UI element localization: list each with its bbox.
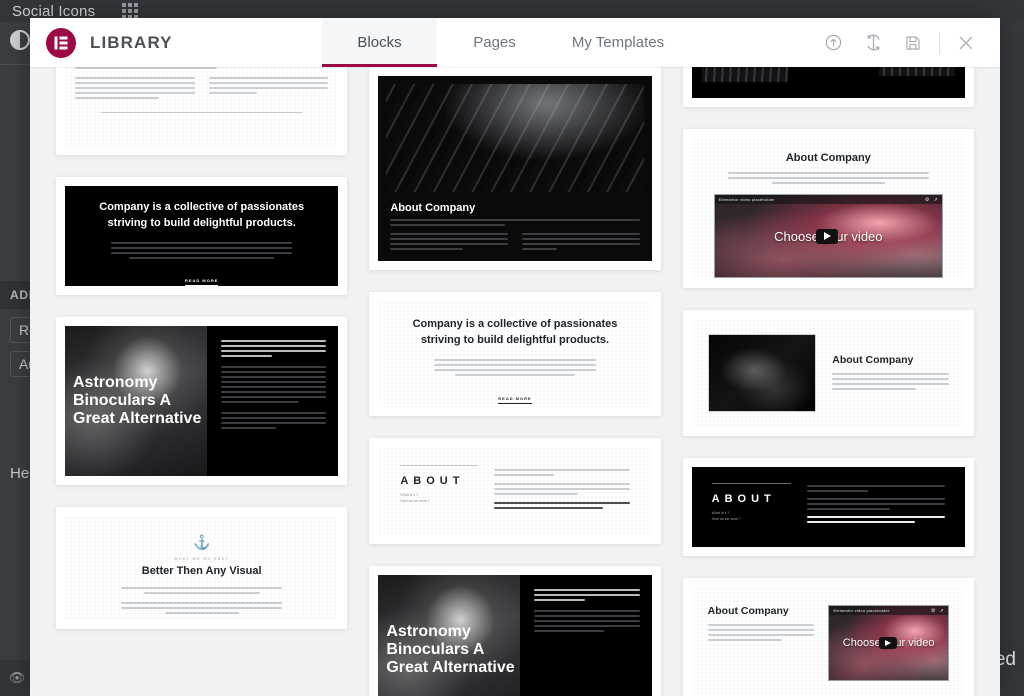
template-dark-partial-top[interactable] bbox=[682, 67, 974, 107]
template-astronomy-light-bottom[interactable]: Astronomy Binoculars A Great Alternative bbox=[369, 566, 661, 696]
library-header: LIBRARY Blocks Pages My Templates bbox=[30, 18, 1000, 67]
video-placeholder[interactable]: Elementor video placeholder ⚙ ➚ Choose y… bbox=[713, 194, 943, 278]
sync-icon[interactable] bbox=[853, 18, 893, 67]
template-about-company-video[interactable]: About Company Elementor video placeholde… bbox=[682, 129, 974, 288]
tab-my-templates[interactable]: My Templates bbox=[552, 18, 684, 67]
tab-pages[interactable]: Pages bbox=[437, 18, 552, 67]
template-heading: ABOUT bbox=[400, 475, 465, 487]
template-column-2: About Company Company is a collective of… bbox=[369, 67, 661, 696]
grid-icon[interactable] bbox=[122, 3, 138, 19]
template-collective-light[interactable]: Company is a collective of passionates s… bbox=[369, 292, 661, 416]
template-sub-2: How do we work ? bbox=[400, 499, 430, 503]
template-about-company-video-bottom[interactable]: About Company Elementor video placeholde… bbox=[682, 578, 974, 696]
video-placeholder-bottom[interactable]: Elementor video placeholder ⚙ ➚ Choose y… bbox=[828, 605, 949, 681]
video-choose-cta[interactable]: Choose your video bbox=[715, 195, 942, 277]
astronaut-photo: Astronomy Binoculars A Great Alternative bbox=[378, 575, 521, 696]
library-header-actions bbox=[813, 18, 1000, 67]
video-choose-cta-bottom[interactable]: Choose your video bbox=[829, 606, 948, 680]
template-heading: Astronomy Binoculars A Great Alternative bbox=[73, 374, 202, 427]
template-collective-dark[interactable]: Company is a collective of passionates s… bbox=[56, 177, 348, 295]
template-heading: About Company bbox=[390, 202, 476, 214]
template-about-word-dark[interactable]: ABOUT What is it ? How do we work ? bbox=[682, 458, 974, 556]
template-column-1: About Company bbox=[56, 67, 348, 696]
tab-blocks[interactable]: Blocks bbox=[322, 18, 437, 67]
library-tabs: Blocks Pages My Templates bbox=[322, 18, 684, 67]
template-about-company-bike[interactable]: About Company bbox=[682, 310, 974, 436]
template-library-modal: LIBRARY Blocks Pages My Templates Compan… bbox=[30, 18, 1000, 696]
template-heading: ABOUT bbox=[711, 493, 776, 505]
contrast-icon bbox=[10, 30, 30, 50]
template-heading: Better Then Any Visual bbox=[141, 565, 262, 577]
astronaut-photo: Astronomy Binoculars A Great Alternative bbox=[65, 326, 208, 476]
template-heading: About Company bbox=[832, 353, 914, 366]
cityscape-photo bbox=[386, 84, 644, 192]
misc-photo bbox=[701, 67, 788, 82]
topbar-title: Social Icons bbox=[12, 2, 96, 20]
template-sub-2: How do we work ? bbox=[711, 517, 742, 521]
template-about-company-dark-city[interactable]: About Company bbox=[369, 67, 661, 270]
template-column-3: About Company Elementor video placeholde… bbox=[682, 67, 974, 696]
template-heading: About Company bbox=[707, 605, 789, 617]
play-icon-bottom[interactable] bbox=[878, 637, 897, 649]
template-cta: READ MORE bbox=[408, 387, 621, 405]
bicycle-photo bbox=[707, 334, 817, 412]
elementor-logo-icon bbox=[46, 27, 76, 58]
eye-icon[interactable]: 👁 bbox=[0, 670, 34, 686]
tab-blocks-label: Blocks bbox=[357, 34, 402, 51]
template-better-visual-light[interactable]: ⚓ WHAT WE DO BEST Better Then Any Visual bbox=[56, 507, 348, 629]
template-heading: Company is a collective of passionates s… bbox=[99, 201, 305, 229]
template-eyebrow: WHAT WE DO BEST bbox=[174, 557, 230, 561]
template-heading: Astronomy Binoculars A Great Alternative bbox=[386, 623, 515, 676]
template-sub-1: What is it ? bbox=[400, 493, 419, 497]
library-brand: LIBRARY bbox=[30, 18, 322, 67]
close-icon[interactable] bbox=[946, 18, 986, 67]
upload-icon[interactable] bbox=[813, 18, 853, 67]
template-astronomy-dark[interactable]: Astronomy Binoculars A Great Alternative bbox=[56, 317, 348, 485]
play-icon[interactable] bbox=[816, 228, 839, 244]
library-title: LIBRARY bbox=[90, 32, 173, 52]
template-heading: Company is a collective of passionates s… bbox=[412, 318, 618, 346]
anchor-icon: ⚓ bbox=[192, 534, 211, 550]
template-grid[interactable]: About Company bbox=[30, 67, 1000, 696]
save-icon[interactable] bbox=[893, 18, 933, 67]
tab-my-templates-label: My Templates bbox=[571, 34, 665, 51]
template-cta: READ MORE bbox=[87, 269, 316, 286]
template-about-word-light[interactable]: ABOUT What is it ? How do we work ? bbox=[369, 438, 661, 544]
template-sub-1: What is it ? bbox=[711, 511, 730, 515]
tab-pages-label: Pages bbox=[473, 34, 516, 51]
header-divider bbox=[939, 31, 940, 54]
misc-photo-2 bbox=[879, 67, 955, 76]
template-about-company-light[interactable]: About Company bbox=[56, 67, 348, 155]
template-heading: About Company bbox=[785, 152, 871, 164]
